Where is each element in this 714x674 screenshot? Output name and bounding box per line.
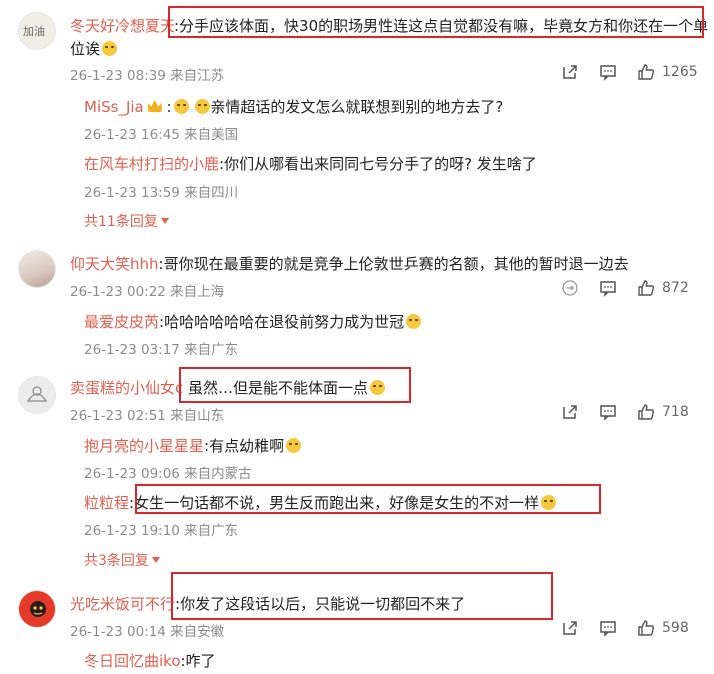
reply-meta: 26-1-23 09:06 来自内蒙古 bbox=[84, 466, 252, 482]
comment-body: 仰天大笑hhh:哥你现在最重要的就是竞争上伦敦世乒赛的名额，其他的暂时退一边去 bbox=[70, 253, 629, 274]
reply-username[interactable]: 冬日回忆曲iko bbox=[84, 652, 181, 670]
comment-icon[interactable] bbox=[598, 618, 618, 638]
reply-meta: 26-1-23 13:59 来自四川 bbox=[84, 185, 239, 201]
avatar[interactable]: 加油 bbox=[18, 12, 56, 50]
thumbs-up-icon[interactable] bbox=[636, 618, 656, 638]
laugh-emoji-icon bbox=[370, 380, 386, 395]
comment-text-line2: 位诶 bbox=[70, 38, 118, 59]
reply-meta: 26-1-23 03:17 来自广东 bbox=[84, 342, 239, 358]
reply-meta: 26-1-23 16:45 来自美国 bbox=[84, 127, 239, 143]
like-count: 872 bbox=[662, 280, 689, 296]
laugh-emoji-icon bbox=[541, 495, 557, 510]
reply-username[interactable]: 抱月亮的小星星星 bbox=[84, 437, 204, 455]
reply-text: :你们从哪看出来同同七号分手了的呀? 发生啥了 bbox=[219, 155, 537, 173]
reply-text: :女生一句话都不说，男生反而跑出来，好像是女生的不对一样 bbox=[129, 494, 540, 512]
reply-item: 在风车村打扫的小鹿:你们从哪看出来同同七号分手了的呀? 发生啥了 bbox=[84, 153, 537, 174]
avatar-scribble: 加油 bbox=[23, 25, 45, 38]
like-count: 718 bbox=[662, 404, 689, 420]
reply-item: 最爱皮皮芮:哈哈哈哈哈哈在退役前努力成为世冠 bbox=[84, 311, 422, 332]
crown-badge-icon bbox=[147, 100, 162, 112]
share-icon[interactable] bbox=[560, 402, 580, 422]
comment-username[interactable]: 卖蛋糕的小仙女c bbox=[70, 377, 183, 398]
comment-username[interactable]: 光吃米饭可不行 bbox=[70, 595, 175, 613]
reply-username[interactable]: 在风车村打扫的小鹿 bbox=[84, 155, 219, 173]
comment-meta: 26-1-23 00:22 来自上海 bbox=[70, 284, 225, 300]
like-count: 598 bbox=[662, 620, 689, 636]
like-count: 1265 bbox=[662, 64, 698, 80]
retweet-icon[interactable] bbox=[560, 278, 580, 298]
reply-username[interactable]: MiSs_Jia bbox=[84, 98, 144, 116]
more-replies-link[interactable]: 共3条回复 bbox=[84, 550, 160, 570]
more-replies-link[interactable]: 共11条回复 bbox=[84, 211, 169, 231]
reply-item: 粒粒程:女生一句话都不说，男生反而跑出来，好像是女生的不对一样 bbox=[84, 492, 557, 513]
laugh-emoji-icon bbox=[195, 99, 211, 114]
reply-item: MiSs_Jia : 亲情超话的发文怎么就联想到别的地方去了? bbox=[84, 98, 504, 116]
avatar-face bbox=[30, 601, 46, 617]
comment-meta: 26-1-23 08:39 来自江苏 bbox=[70, 68, 225, 84]
comment-meta: 26-1-23 00:14 来自安徽 bbox=[70, 624, 225, 640]
comment-icon[interactable] bbox=[598, 62, 618, 82]
comment-username[interactable]: 冬天好冷想夏天 bbox=[70, 15, 175, 36]
share-icon[interactable] bbox=[560, 62, 580, 82]
laugh-emoji-icon bbox=[102, 41, 118, 56]
reply-text: 亲情超话的发文怎么就联想到别的地方去了? bbox=[210, 98, 504, 116]
laugh-emoji-icon bbox=[406, 314, 422, 329]
caret-down-icon bbox=[160, 218, 169, 224]
avatar-sketch bbox=[26, 386, 48, 402]
comment-text: :哥你现在最重要的就是竞争上伦敦世乒赛的名额，其他的暂时退一边去 bbox=[158, 255, 629, 273]
comment-meta: 26-1-23 02:51 来自山东 bbox=[70, 408, 225, 424]
comment-actions: 598 bbox=[542, 618, 698, 638]
comment-actions: 872 bbox=[542, 278, 698, 298]
reply-text: :有点幼稚啊 bbox=[204, 437, 285, 455]
thumbs-up-icon[interactable] bbox=[636, 62, 656, 82]
comment-username[interactable]: 仰天大笑hhh bbox=[70, 255, 159, 273]
reply-username[interactable]: 最爱皮皮芮 bbox=[84, 313, 159, 331]
avatar[interactable] bbox=[18, 376, 56, 414]
reply-item: 冬日回忆曲iko:咋了 bbox=[84, 650, 216, 671]
comment-body: 光吃米饭可不行:你发了这段话以后，只能说一切都回不来了 bbox=[70, 593, 465, 614]
comment-text-line1: :分手应该体面，快30的职场男性连这点自觉都没有嘛，毕竟女方和你还在一个单 bbox=[174, 17, 709, 35]
reply-username[interactable]: 粒粒程 bbox=[84, 494, 129, 512]
reply-meta: 26-1-23 19:10 来自广东 bbox=[84, 523, 239, 539]
comment-icon[interactable] bbox=[598, 402, 618, 422]
laugh-emoji-icon bbox=[286, 438, 302, 453]
reply-text: :咋了 bbox=[180, 652, 216, 670]
thumbs-up-icon[interactable] bbox=[636, 278, 656, 298]
reply-item: 抱月亮的小星星星:有点幼稚啊 bbox=[84, 435, 302, 456]
laugh-emoji-icon bbox=[173, 99, 189, 114]
comment-text: :你发了这段话以后，只能说一切都回不来了 bbox=[175, 595, 466, 613]
avatar[interactable] bbox=[18, 250, 56, 288]
share-icon[interactable] bbox=[560, 618, 580, 638]
comment-actions: 718 bbox=[542, 402, 698, 422]
avatar[interactable] bbox=[18, 590, 56, 628]
comment-actions: 1265 bbox=[542, 62, 698, 82]
reply-text: :哈哈哈哈哈哈在退役前努力成为世冠 bbox=[159, 313, 405, 331]
thumbs-up-icon[interactable] bbox=[636, 402, 656, 422]
comment-icon[interactable] bbox=[598, 278, 618, 298]
comment-text: 虽然…但是能不能体面一点 bbox=[188, 377, 386, 398]
caret-down-icon bbox=[151, 557, 160, 563]
